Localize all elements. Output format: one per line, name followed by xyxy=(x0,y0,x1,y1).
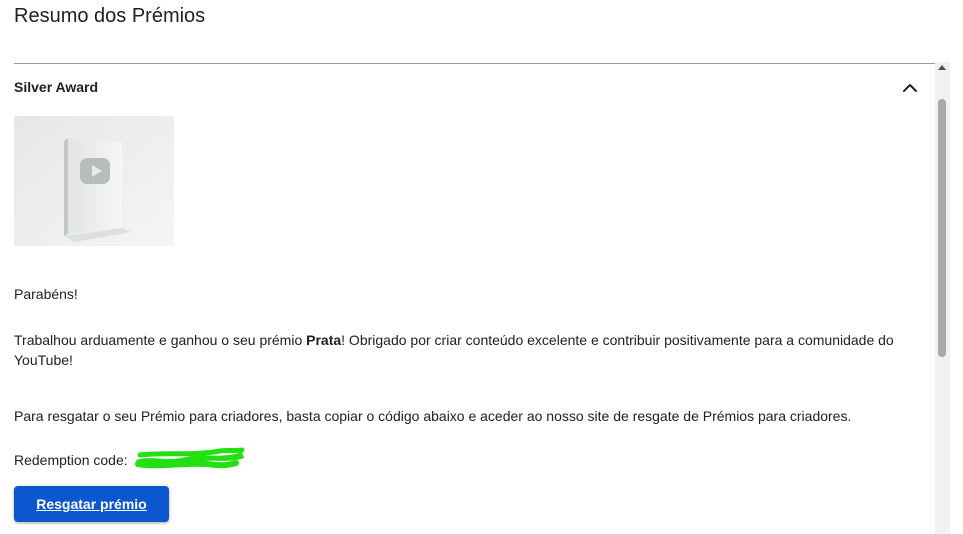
award-title: Silver Award xyxy=(14,79,99,95)
divider xyxy=(14,63,935,64)
silver-award-plaque-image xyxy=(14,116,174,246)
award-message: Trabalhou arduamente e ganhou o seu prém… xyxy=(14,330,934,370)
scrollbar-thumb[interactable] xyxy=(938,99,946,357)
award-level: Prata xyxy=(306,332,342,348)
redemption-code-label: Redemption code: xyxy=(14,452,128,468)
redeem-instructions: Para resgatar o seu Prémio para criadore… xyxy=(14,408,852,424)
page-title: Resumo dos Prémios xyxy=(14,5,206,27)
scrollbar[interactable] xyxy=(935,62,950,534)
redeem-award-button[interactable]: Resgatar prémio xyxy=(14,486,169,522)
chevron-up-icon[interactable] xyxy=(900,78,920,98)
award-message-start: Trabalhou arduamente e ganhou o seu prém… xyxy=(14,332,307,348)
congrats-text: Parabéns! xyxy=(14,286,78,302)
award-accordion-header[interactable]: Silver Award xyxy=(14,76,922,100)
redacted-code-scribble xyxy=(135,447,245,469)
page: Resumo dos Prémios Silver Award Parabéns… xyxy=(0,0,963,534)
scroll-up-arrow-icon[interactable] xyxy=(938,65,946,70)
